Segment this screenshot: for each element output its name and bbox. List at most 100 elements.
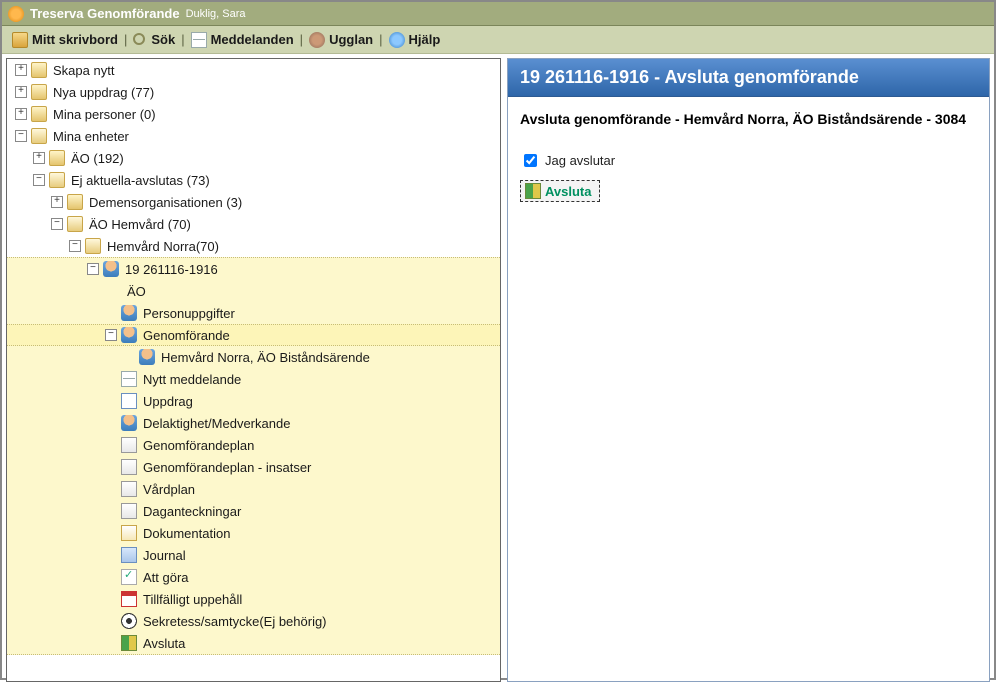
finish-icon	[121, 635, 137, 651]
tree-label: Mina enheter	[53, 129, 129, 144]
tree-label: Dokumentation	[143, 526, 230, 541]
tree-item-mina-personer[interactable]: + Mina personer (0)	[7, 103, 500, 125]
tree-item-personuppgifter[interactable]: · Personuppgifter	[7, 302, 500, 324]
tree-item-uppdrag[interactable]: · Uppdrag	[7, 390, 500, 412]
tree-label: Genomförande	[143, 328, 230, 343]
menu-my-desktop[interactable]: Mitt skrivbord	[8, 32, 122, 48]
tree-label: ÄO Hemvård (70)	[89, 217, 191, 232]
expand-toggle[interactable]: −	[87, 263, 99, 275]
current-user: Duklig, Sara	[186, 8, 246, 20]
tree-item-genomforande[interactable]: − Genomförande	[7, 324, 500, 346]
expand-toggle[interactable]: +	[51, 196, 63, 208]
menu-ugglan-label: Ugglan	[329, 32, 373, 47]
tree-item-skapa-nytt[interactable]: + Skapa nytt	[7, 59, 500, 81]
avsluta-button[interactable]: Avsluta	[520, 180, 600, 202]
plan-icon	[121, 459, 137, 475]
person-icon	[103, 261, 119, 277]
desktop-icon	[12, 32, 28, 48]
tree-label: Tillfälligt uppehåll	[143, 592, 242, 607]
people-icon	[121, 415, 137, 431]
todo-icon	[121, 569, 137, 585]
confirm-close-label: Jag avslutar	[545, 153, 615, 168]
tree-item-tillfalligt[interactable]: · Tillfälligt uppehåll	[7, 588, 500, 610]
confirm-close-checkbox[interactable]	[524, 154, 537, 167]
mail-icon	[191, 32, 207, 48]
close-form: Jag avslutar Avsluta	[508, 131, 989, 222]
tree-item-demensorg[interactable]: + Demensorganisationen (3)	[7, 191, 500, 213]
menu-help-label: Hjälp	[409, 32, 441, 47]
person-icon	[121, 305, 137, 321]
tree-item-journal[interactable]: · Journal	[7, 544, 500, 566]
tree-item-genomforandeplan-insatser[interactable]: · Genomförandeplan - insatser	[7, 456, 500, 478]
tree-label: Ej aktuella-avslutas (73)	[71, 173, 210, 188]
menu-separator: |	[179, 32, 186, 47]
tree-label: Demensorganisationen (3)	[89, 195, 242, 210]
tree-label: Genomförandeplan - insatser	[143, 460, 311, 475]
tree-item-att-gora[interactable]: · Att göra	[7, 566, 500, 588]
tree-label: Sekretess/samtycke(Ej behörig)	[143, 614, 327, 629]
menu-search-label: Sök	[151, 32, 175, 47]
tree-item-sekretess[interactable]: · Sekretess/samtycke(Ej behörig)	[7, 610, 500, 632]
navigation-tree: + Skapa nytt + Nya uppdrag (77) + Mina p…	[6, 58, 501, 682]
expand-toggle[interactable]: +	[15, 108, 27, 120]
tree-label: Personuppgifter	[143, 306, 235, 321]
journal-icon	[121, 547, 137, 563]
menu-search[interactable]: Sök	[129, 32, 179, 47]
tree-item-genomforande-child[interactable]: · Hemvård Norra, ÄO Biståndsärende	[7, 346, 500, 368]
tree-label: Daganteckningar	[143, 504, 241, 519]
folder-icon	[49, 150, 65, 166]
expand-toggle[interactable]: −	[69, 240, 81, 252]
menu-help[interactable]: Hjälp	[385, 32, 445, 48]
tree-item-ao-label[interactable]: ÄO	[7, 280, 500, 302]
tree-item-dokumentation[interactable]: · Dokumentation	[7, 522, 500, 544]
calendar-cross-icon	[121, 591, 137, 607]
tree-label: Nya uppdrag (77)	[53, 85, 154, 100]
folder-open-icon	[31, 128, 47, 144]
tree-item-delaktighet[interactable]: · Delaktighet/Medverkande	[7, 412, 500, 434]
finish-icon	[525, 183, 541, 199]
tree-item-ao[interactable]: + ÄO (192)	[7, 147, 500, 169]
tree-item-ej-aktuella[interactable]: − Ej aktuella-avslutas (73)	[7, 169, 500, 191]
expand-toggle[interactable]: +	[33, 152, 45, 164]
avsluta-button-label: Avsluta	[545, 184, 591, 199]
menu-messages[interactable]: Meddelanden	[187, 32, 298, 48]
tree-label: Mina personer (0)	[53, 107, 156, 122]
tree-item-nya-uppdrag[interactable]: + Nya uppdrag (77)	[7, 81, 500, 103]
tree-item-person[interactable]: − 19 261116-1916	[7, 258, 500, 280]
expand-toggle[interactable]: −	[33, 174, 45, 186]
spacer: ·	[105, 527, 117, 539]
expand-toggle[interactable]: −	[15, 130, 27, 142]
tree-item-hemvard-norra[interactable]: − Hemvård Norra(70)	[7, 235, 500, 257]
expand-toggle[interactable]: +	[15, 64, 27, 76]
tree-label: ÄO	[127, 284, 146, 299]
title-bar: Treserva Genomförande Duklig, Sara	[2, 2, 994, 26]
tree-item-mina-enheter[interactable]: − Mina enheter	[7, 125, 500, 147]
folder-open-icon	[85, 238, 101, 254]
tree-item-daganteckningar[interactable]: · Daganteckningar	[7, 500, 500, 522]
tree-item-genomforandeplan[interactable]: · Genomförandeplan	[7, 434, 500, 456]
spacer: ·	[105, 549, 117, 561]
tree-label: Delaktighet/Medverkande	[143, 416, 290, 431]
app-logo-icon	[8, 6, 24, 22]
spacer: ·	[105, 593, 117, 605]
spacer: ·	[105, 637, 117, 649]
expand-toggle[interactable]: +	[15, 86, 27, 98]
tree-label: 19 261116-1916	[125, 262, 218, 277]
expand-toggle[interactable]: −	[105, 329, 117, 341]
tree-label: Nytt meddelande	[143, 372, 241, 387]
expand-toggle[interactable]: −	[51, 218, 63, 230]
tree-item-ao-hemvard[interactable]: − ÄO Hemvård (70)	[7, 213, 500, 235]
plan-icon	[121, 437, 137, 453]
tree-label: Journal	[143, 548, 186, 563]
tree-item-avsluta[interactable]: · Avsluta	[7, 632, 500, 654]
spacer: ·	[105, 307, 117, 319]
privacy-icon	[121, 613, 137, 629]
spacer: ·	[105, 483, 117, 495]
menu-ugglan[interactable]: Ugglan	[305, 32, 377, 48]
tree-item-vardplan[interactable]: · Vårdplan	[7, 478, 500, 500]
spacer: ·	[105, 505, 117, 517]
tree-label: Uppdrag	[143, 394, 193, 409]
spacer: ·	[105, 373, 117, 385]
tree-item-nytt-meddelande[interactable]: · Nytt meddelande	[7, 368, 500, 390]
edit-icon	[121, 525, 137, 541]
